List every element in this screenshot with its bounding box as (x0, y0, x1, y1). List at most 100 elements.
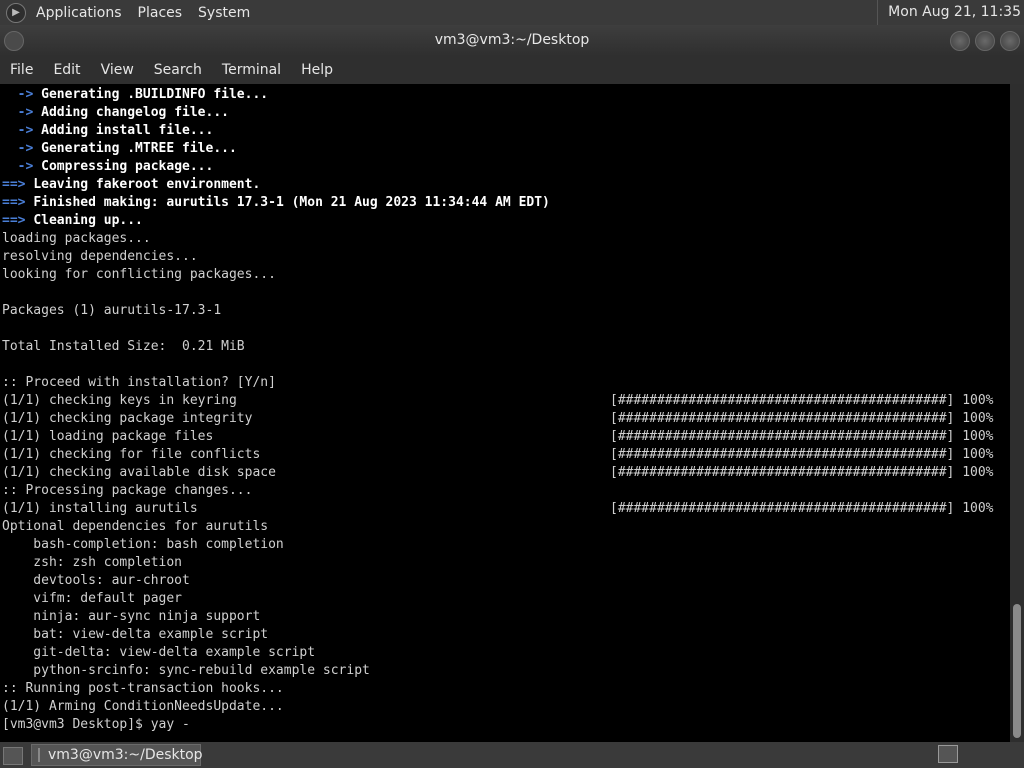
workspace-switcher[interactable] (938, 745, 958, 763)
terminal-line: (1/1) Arming ConditionNeedsUpdate... (2, 698, 550, 716)
line-text: :: Proceed with installation? [Y/n] (2, 375, 276, 390)
terminal-line: :: Processing package changes... (2, 482, 550, 500)
line-prefix: ==> (2, 213, 34, 228)
line-text: Finished making: aurutils 17.3-1 (Mon 21… (33, 195, 550, 210)
line-text: (1/1) checking package integrity (2, 411, 253, 426)
places-menu[interactable]: Places (130, 5, 191, 21)
line-prefix: ==> (2, 195, 34, 210)
terminal-line: -> Compressing package... (2, 158, 550, 176)
line-text: [vm3@vm3 Desktop]$ yay - (2, 717, 190, 732)
progress-bar: [#######################################… (610, 447, 994, 462)
menu-terminal[interactable]: Terminal (212, 62, 291, 78)
terminal-line: resolving dependencies... (2, 248, 550, 266)
show-desktop-icon[interactable] (3, 747, 23, 765)
line-text: zsh: zsh completion (2, 555, 183, 570)
distro-logo-icon[interactable]: ▶ (6, 2, 26, 23)
terminal-line: (1/1) checking available disk space [####… (2, 464, 994, 482)
scrollbar-thumb[interactable] (1013, 604, 1021, 738)
terminal-line: ==> Finished making: aurutils 17.3-1 (Mo… (2, 194, 550, 212)
terminal-line: (1/1) loading package files [############… (2, 428, 994, 446)
top-panel: ▶ Applications Places System Mon Aug 21,… (0, 0, 1024, 25)
terminal-line: :: Proceed with installation? [Y/n] (2, 374, 550, 392)
terminal-line: -> Generating .BUILDINFO file... (2, 86, 550, 104)
line-text: Packages (1) aurutils-17.3-1 (2, 303, 222, 318)
terminal-line: ninja: aur-sync ninja support (2, 608, 550, 626)
terminal-line: Optional dependencies for aurutils (2, 518, 550, 536)
line-text: Generating .MTREE file... (41, 141, 237, 156)
line-text: :: Processing package changes... (2, 483, 253, 498)
line-text: python-srcinfo: sync-rebuild example scr… (2, 663, 370, 678)
line-text: git-delta: view-delta example script (2, 645, 316, 660)
menu-view[interactable]: View (91, 62, 144, 78)
line-prefix: ==> (2, 177, 34, 192)
terminal-line: (1/1) checking for file conflicts [######… (2, 446, 994, 464)
terminal-line: bat: view-delta example script (2, 626, 550, 644)
line-prefix: -> (2, 87, 42, 102)
minimize-button[interactable] (950, 31, 970, 51)
terminal-line: ==> Leaving fakeroot environment. (2, 176, 550, 194)
line-text: devtools: aur-chroot (2, 573, 190, 588)
line-text: Adding install file... (41, 123, 214, 138)
applications-menu[interactable]: Applications (34, 5, 130, 21)
terminal-lines: -> Generating .BUILDINFO file... -> Addi… (2, 86, 994, 734)
progress-bar: [#######################################… (610, 501, 994, 516)
progress-bar: [#######################################… (610, 393, 994, 408)
window-titlebar[interactable]: vm3@vm3:~/Desktop (0, 25, 1024, 56)
line-text: ninja: aur-sync ninja support (2, 609, 261, 624)
terminal-line: devtools: aur-chroot (2, 572, 550, 590)
line-text: Optional dependencies for aurutils (2, 519, 269, 534)
maximize-button[interactable] (975, 31, 995, 51)
line-text: Cleaning up... (33, 213, 143, 228)
clock[interactable]: Mon Aug 21, 11:35 (877, 0, 1024, 25)
terminal-line: (1/1) installing aurutils [##############… (2, 500, 994, 518)
menu-search[interactable]: Search (144, 62, 212, 78)
line-text: loading packages... (2, 231, 151, 246)
progress-bar: [#######################################… (610, 429, 994, 444)
window-title: vm3@vm3:~/Desktop (434, 32, 590, 48)
progress-bar: [#######################################… (610, 465, 994, 480)
terminal-icon (38, 748, 40, 762)
line-text: Generating .BUILDINFO file... (41, 87, 269, 102)
line-text: bash-completion: bash completion (2, 537, 284, 552)
terminal-line: -> Generating .MTREE file... (2, 140, 550, 158)
progress-bar: [#######################################… (610, 411, 994, 426)
menu-edit[interactable]: Edit (43, 62, 90, 78)
terminal-scrollbar[interactable] (1010, 84, 1024, 742)
line-text: resolving dependencies... (2, 249, 198, 264)
bottom-taskbar: vm3@vm3:~/Desktop (0, 742, 1024, 768)
system-menu[interactable]: System (190, 5, 258, 21)
terminal-output[interactable]: -> Generating .BUILDINFO file... -> Addi… (0, 84, 1010, 742)
line-text: Leaving fakeroot environment. (33, 177, 261, 192)
terminal-line: Total Installed Size: 0.21 MiB (2, 338, 550, 356)
line-prefix: -> (2, 123, 42, 138)
terminal-line: vifm: default pager (2, 590, 550, 608)
line-text: (1/1) checking keys in keyring (2, 393, 237, 408)
line-text: vifm: default pager (2, 591, 183, 606)
terminal-line: git-delta: view-delta example script (2, 644, 550, 662)
line-prefix: -> (2, 159, 42, 174)
taskbar-window-button[interactable]: vm3@vm3:~/Desktop (31, 744, 203, 766)
menu-file[interactable]: File (0, 62, 43, 78)
terminal-line: bash-completion: bash completion (2, 536, 550, 554)
menu-help[interactable]: Help (291, 62, 343, 78)
menubar: File Edit View Search Terminal Help (0, 56, 1024, 84)
close-button[interactable] (1000, 31, 1020, 51)
line-text: looking for conflicting packages... (2, 267, 276, 282)
taskbar-window-label: vm3@vm3:~/Desktop (48, 747, 203, 763)
line-prefix: -> (2, 141, 42, 156)
line-text: bat: view-delta example script (2, 627, 269, 642)
line-text: (1/1) Arming ConditionNeedsUpdate... (2, 699, 284, 714)
line-prefix: -> (2, 105, 42, 120)
line-text: (1/1) loading package files (2, 429, 214, 444)
terminal-line: loading packages... (2, 230, 550, 248)
line-text: :: Running post-transaction hooks... (2, 681, 284, 696)
line-text: (1/1) installing aurutils (2, 501, 198, 516)
terminal-line: zsh: zsh completion (2, 554, 550, 572)
line-text: (1/1) checking available disk space (2, 465, 276, 480)
terminal-line: -> Adding changelog file... (2, 104, 550, 122)
terminal-line: Packages (1) aurutils-17.3-1 (2, 302, 550, 320)
line-text: (1/1) checking for file conflicts (2, 447, 261, 462)
line-text: Compressing package... (41, 159, 214, 174)
